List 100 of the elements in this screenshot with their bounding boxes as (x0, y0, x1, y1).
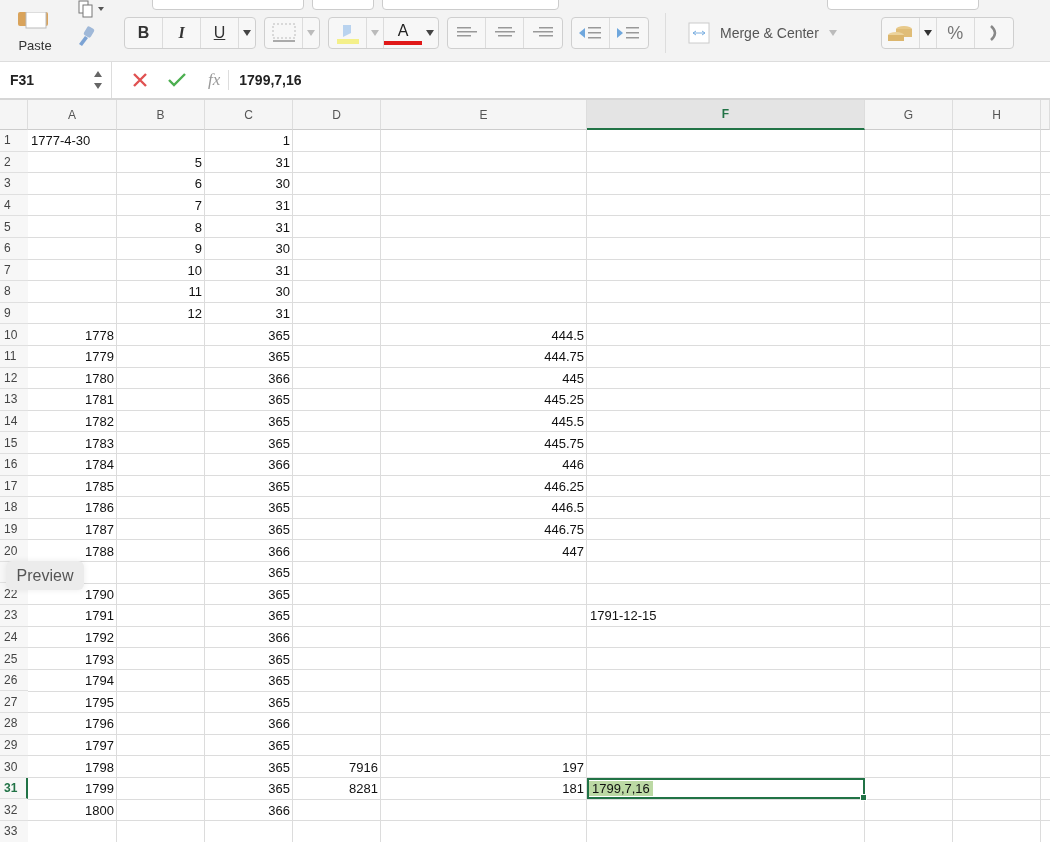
borders-icon (270, 21, 297, 45)
column-header[interactable]: D (293, 100, 381, 130)
row-header[interactable]: 11 (0, 345, 28, 368)
table-cell-text: 30 (274, 176, 291, 192)
table-cell-text: 446.75 (543, 522, 585, 537)
row-header[interactable]: 6 (0, 237, 28, 260)
row-header[interactable]: 23 (0, 605, 28, 627)
row-header[interactable]: 10 (0, 324, 28, 346)
name-box[interactable]: F31 (0, 62, 112, 98)
row-header[interactable]: 7 (0, 259, 28, 282)
table-cell-text: 365 (267, 586, 291, 602)
table-cell-text: 365 (267, 673, 291, 689)
row-header[interactable]: 9 (0, 302, 28, 325)
table-cell-text: 365 (267, 759, 291, 775)
table-cell-text: 8 (193, 219, 203, 235)
row-header[interactable]: 15 (0, 432, 28, 454)
column-header[interactable]: C (205, 100, 293, 130)
row-header[interactable]: 5 (0, 216, 28, 238)
table-cell-text: 365 (267, 500, 291, 516)
table-cell-text: 445 (561, 370, 585, 386)
row-header[interactable]: 16 (0, 453, 28, 476)
font-color-button[interactable]: A (384, 21, 422, 45)
column-header[interactable] (1041, 100, 1050, 130)
table-cell-text: 445.5 (550, 414, 585, 429)
row-header[interactable]: 24 (0, 626, 28, 649)
table-cell-text: 365 (267, 349, 291, 365)
table-cell-text: 1784 (84, 457, 115, 473)
table-cell-text: 1790 (84, 586, 115, 602)
table-cell-text: 365 (267, 651, 291, 667)
copy-icon[interactable] (76, 0, 106, 21)
table-cell-text: 445.75 (543, 435, 585, 451)
indent-icon (578, 27, 603, 39)
bold-button[interactable]: B (125, 18, 163, 48)
caret-icon (426, 30, 434, 36)
row-header[interactable]: 29 (0, 734, 28, 757)
row-header[interactable]: 2 (0, 151, 28, 174)
table-cell-text: 31 (274, 306, 291, 322)
table-cell-text: 1800 (84, 802, 115, 818)
table-cell-text: 366 (267, 370, 291, 386)
row-header[interactable]: 8 (0, 281, 28, 303)
caret-icon (243, 30, 251, 36)
column-header[interactable]: E (381, 100, 587, 130)
table-cell-text: 1791 (84, 608, 115, 624)
table-cell-text: 445.25 (543, 392, 585, 408)
table-cell-text: 31 (274, 154, 291, 170)
merge-center-button[interactable]: Merge & Center (682, 21, 843, 45)
row-header[interactable]: 18 (0, 497, 28, 519)
table-cell-text: 446 (561, 457, 585, 473)
table-cell-text: 1792 (84, 629, 115, 645)
formula-field[interactable]: 1799,7,16 (239, 72, 302, 88)
active-cell[interactable]: 1799,7,16 (587, 777, 865, 800)
stepper-icon[interactable] (93, 69, 103, 91)
row-header[interactable]: 1 (0, 130, 28, 152)
table-cell-text: 365 (267, 608, 291, 624)
table-cell-text: 1794 (84, 673, 115, 689)
row-header[interactable]: 32 (0, 799, 28, 821)
select-all-corner[interactable] (0, 100, 28, 130)
table-cell-text: 365 (267, 435, 291, 451)
column-header[interactable]: G (865, 100, 953, 130)
table-cell-text: 1777-4-30 (30, 133, 92, 149)
table-cell-text: 31 (274, 219, 291, 235)
table-cell-text: 1 (281, 133, 291, 149)
column-header[interactable]: H (953, 100, 1041, 130)
table-cell-text: 366 (267, 716, 291, 732)
table-cell-text: 1788 (84, 543, 115, 559)
row-header[interactable]: 20 (0, 540, 28, 562)
row-header[interactable]: 33 (0, 821, 28, 842)
table-cell-text: 11 (187, 284, 203, 300)
table-cell-text: 365 (267, 478, 291, 494)
row-header[interactable]: 28 (0, 713, 28, 735)
row-header[interactable]: 31 (0, 777, 28, 800)
row-header[interactable]: 25 (0, 648, 28, 670)
row-header[interactable]: 12 (0, 367, 28, 390)
italic-button[interactable]: I (163, 18, 201, 48)
row-header[interactable]: 19 (0, 518, 28, 541)
table-cell-text: 1781 (84, 392, 115, 408)
table-cell-text: 1778 (84, 327, 115, 343)
row-header[interactable]: 3 (0, 173, 28, 195)
table-cell-text: 447 (561, 543, 585, 559)
table-cell-text: 10 (186, 262, 203, 278)
row-header[interactable]: 13 (0, 389, 28, 411)
caret-icon (307, 30, 315, 36)
row-header[interactable]: 14 (0, 410, 28, 433)
underline-button[interactable]: U (201, 18, 239, 48)
row-header[interactable]: 27 (0, 691, 28, 714)
row-header[interactable]: 26 (0, 669, 28, 692)
table-cell-text: 1796 (84, 716, 115, 732)
column-header[interactable]: B (117, 100, 205, 130)
check-icon[interactable] (168, 73, 186, 87)
row-header[interactable]: 30 (0, 756, 28, 778)
percent-button[interactable]: % (936, 18, 975, 48)
row-header[interactable]: 17 (0, 475, 28, 498)
paste-button[interactable]: Paste (0, 12, 52, 53)
table-cell-text: 444.75 (543, 349, 585, 365)
column-header[interactable]: A (28, 100, 117, 130)
column-header[interactable]: F (587, 100, 865, 130)
cancel-icon[interactable] (132, 72, 148, 88)
table-cell-text: 1795 (84, 694, 115, 710)
indent-icon (617, 27, 641, 39)
row-header[interactable]: 4 (0, 194, 28, 217)
